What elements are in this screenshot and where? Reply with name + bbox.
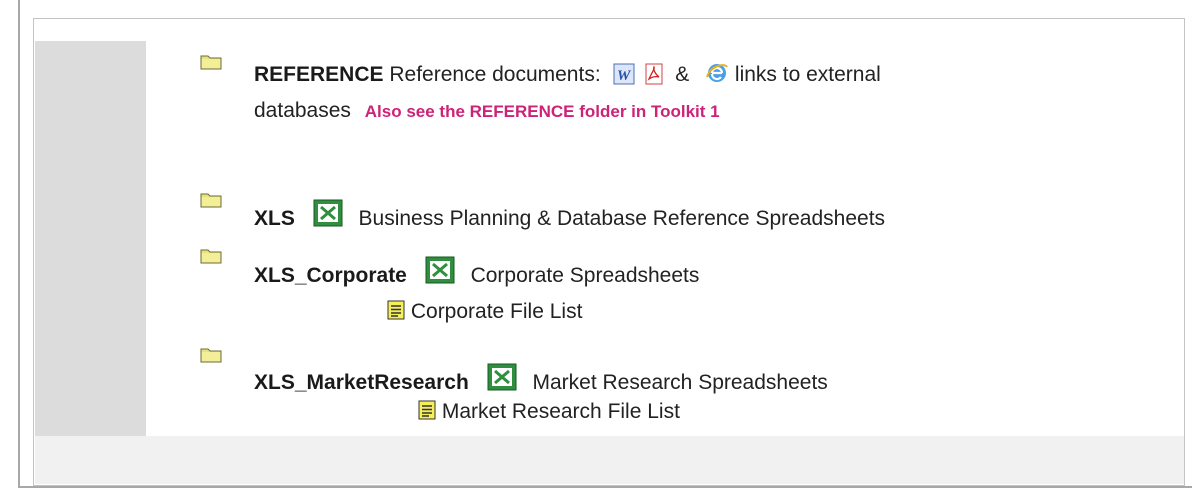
folder-icon	[200, 348, 222, 363]
market-research-file-list-link[interactable]: Market Research File List	[418, 399, 680, 425]
excel-icon[interactable]	[425, 256, 455, 284]
svg-text:W: W	[617, 68, 632, 84]
folder-icon	[200, 193, 222, 208]
pdf-icon[interactable]	[643, 63, 665, 85]
folder-list: REFERENCE Reference documents: W & links…	[196, 41, 1156, 436]
document-icon	[418, 400, 436, 420]
reference-desc-suffix: links to external	[734, 63, 881, 86]
excel-icon[interactable]	[313, 199, 343, 227]
reference-desc-prefix: Reference documents:	[389, 63, 601, 86]
folder-icon	[200, 55, 222, 70]
footer-band	[35, 436, 1184, 484]
xls-market-desc: Market Research Spreadsheets	[532, 371, 828, 394]
corporate-file-list-label[interactable]: Corporate File List	[411, 300, 583, 323]
folder-name-reference[interactable]: REFERENCE	[254, 63, 384, 86]
excel-icon[interactable]	[487, 363, 517, 391]
market-research-file-list-label[interactable]: Market Research File List	[442, 400, 680, 423]
left-gutter	[35, 41, 146, 436]
reference-note: Also see the REFERENCE folder in Toolkit…	[364, 102, 720, 121]
xls-desc: Business Planning & Database Reference S…	[358, 207, 886, 230]
reference-amp: &	[675, 63, 690, 86]
folder-icon	[200, 249, 222, 264]
xls-corporate-desc: Corporate Spreadsheets	[470, 264, 700, 287]
document-icon	[387, 300, 405, 320]
reference-desc-line2: databases	[254, 99, 351, 122]
folder-name-xls-marketresearch[interactable]: XLS_MarketResearch	[254, 371, 469, 394]
word-icon[interactable]: W	[613, 63, 635, 85]
folder-name-xls[interactable]: XLS	[254, 207, 295, 230]
folder-name-xls-corporate[interactable]: XLS_Corporate	[254, 264, 407, 287]
ie-icon[interactable]	[705, 61, 729, 85]
corporate-file-list-link[interactable]: Corporate File List	[387, 299, 582, 325]
